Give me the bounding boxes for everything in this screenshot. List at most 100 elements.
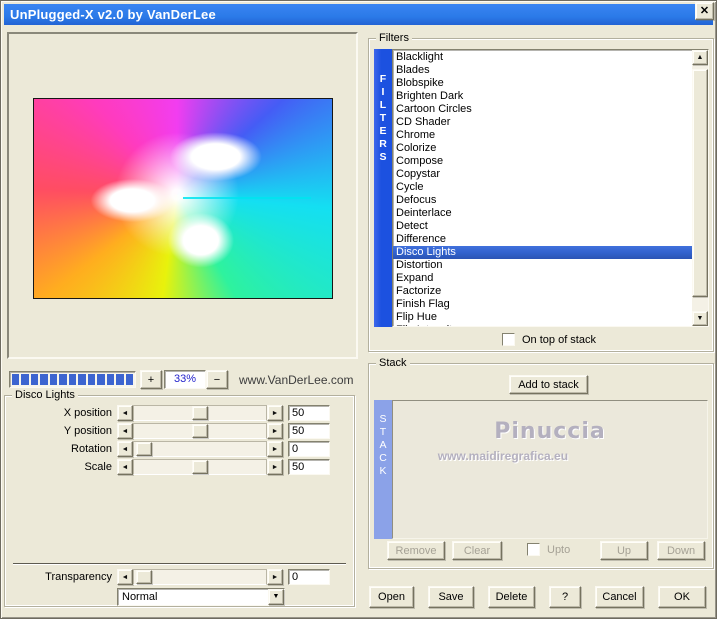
filter-item[interactable]: Difference xyxy=(393,233,692,246)
add-to-stack-button[interactable]: Add to stack xyxy=(509,375,588,394)
slider-right-arrow[interactable]: ► xyxy=(267,569,283,585)
slider-track[interactable] xyxy=(133,423,267,439)
slider-row: Scale◄► xyxy=(5,459,354,477)
slider-right-arrow[interactable]: ► xyxy=(267,405,283,421)
progress-segment xyxy=(78,374,85,385)
filter-item[interactable]: Blobspike xyxy=(393,77,692,90)
filter-item[interactable]: CD Shader xyxy=(393,116,692,129)
progress-segment xyxy=(31,374,38,385)
slider-value-input[interactable] xyxy=(288,405,330,421)
filter-item[interactable]: Blacklight xyxy=(393,51,692,64)
filters-scrollbar[interactable]: ▲ ▼ xyxy=(692,50,708,326)
remove-button[interactable]: Remove xyxy=(387,541,445,560)
stack-list-area[interactable]: Pinuccia www.maidiregrafica.eu xyxy=(392,400,708,539)
scrollbar-thumb[interactable] xyxy=(692,69,708,297)
zoom-in-button[interactable]: + xyxy=(140,370,162,389)
slider-label: Rotation xyxy=(5,443,112,455)
zoom-out-button[interactable]: − xyxy=(206,370,228,389)
slider-label: X position xyxy=(5,407,112,419)
on-top-of-stack-checkbox[interactable] xyxy=(502,333,515,346)
filter-item[interactable]: Expand xyxy=(393,272,692,285)
slider-right-arrow[interactable]: ► xyxy=(267,459,283,475)
scroll-down-button[interactable]: ▼ xyxy=(692,311,708,326)
window-title: UnPlugged-X v2.0 by VanDerLee xyxy=(10,7,216,22)
slider-thumb[interactable] xyxy=(192,460,208,474)
filters-side-label: FILTERS xyxy=(374,49,392,327)
slider-value-input[interactable] xyxy=(288,441,330,457)
help-button[interactable]: ? xyxy=(549,586,581,608)
filter-item[interactable]: Detect xyxy=(393,220,692,233)
slider-value-input[interactable] xyxy=(288,459,330,475)
separator-line xyxy=(13,563,346,565)
upto-row: Upto xyxy=(527,543,570,556)
upto-checkbox[interactable] xyxy=(527,543,540,556)
filters-listbox[interactable]: BlacklightBladesBlobspikeBrighten DarkCa… xyxy=(392,49,709,327)
slider-thumb[interactable] xyxy=(136,570,152,584)
slider-left-arrow[interactable]: ◄ xyxy=(117,459,133,475)
filter-item[interactable]: Brighten Dark xyxy=(393,90,692,103)
slider-track[interactable] xyxy=(133,441,267,457)
titlebar[interactable]: UnPlugged-X v2.0 by VanDerLee xyxy=(4,4,713,25)
progress-bar xyxy=(9,371,136,388)
clear-button[interactable]: Clear xyxy=(452,541,502,560)
on-top-of-stack-row: On top of stack xyxy=(502,333,596,346)
progress-segment xyxy=(59,374,66,385)
stack-side-label: STACK xyxy=(374,400,392,539)
slider-thumb[interactable] xyxy=(192,424,208,438)
filter-item[interactable]: Disco Lights xyxy=(393,246,705,259)
plugin-dialog: UnPlugged-X v2.0 by VanDerLee ✕ + 33% − … xyxy=(0,0,717,619)
slider-track[interactable] xyxy=(133,405,267,421)
slider-left-arrow[interactable]: ◄ xyxy=(117,405,133,421)
slider-thumb[interactable] xyxy=(136,442,152,456)
filter-item[interactable]: Cartoon Circles xyxy=(393,103,692,116)
slider-left-arrow[interactable]: ◄ xyxy=(117,441,133,457)
upto-label: Upto xyxy=(547,544,570,556)
slider-right-arrow[interactable]: ► xyxy=(267,423,283,439)
open-button[interactable]: Open xyxy=(369,586,414,608)
slider-row: Rotation ◄ ► xyxy=(5,441,354,459)
slider-track[interactable] xyxy=(133,459,267,475)
filter-item[interactable]: Flip Hue xyxy=(393,311,692,324)
watermark-url: www.maidiregrafica.eu xyxy=(393,449,613,463)
filter-item[interactable]: Finish Flag xyxy=(393,298,692,311)
progress-segment xyxy=(50,374,57,385)
filter-item[interactable]: Compose xyxy=(393,155,692,168)
slider-value-input[interactable] xyxy=(288,569,330,585)
filter-item[interactable]: Copystar xyxy=(393,168,692,181)
filter-item[interactable]: Chrome xyxy=(393,129,692,142)
filter-item[interactable]: Factorize xyxy=(393,285,692,298)
scroll-up-button[interactable]: ▲ xyxy=(692,50,708,65)
slider-label: Y position xyxy=(5,425,112,437)
minus-icon: − xyxy=(214,374,220,386)
filter-item[interactable]: Defocus xyxy=(393,194,692,207)
params-group-label: Disco Lights xyxy=(12,389,78,401)
slider-row: X position ◄ ► xyxy=(5,405,354,423)
filter-item[interactable]: Distortion xyxy=(393,259,692,272)
watermark-title: Pinuccia xyxy=(393,419,707,444)
progress-segment xyxy=(40,374,47,385)
down-button[interactable]: Down xyxy=(657,541,705,560)
delete-button[interactable]: Delete xyxy=(488,586,535,608)
filter-item[interactable]: Blades xyxy=(393,64,692,77)
ok-button[interactable]: OK xyxy=(658,586,706,608)
cancel-button[interactable]: Cancel xyxy=(595,586,644,608)
slider-value-input[interactable] xyxy=(288,423,330,439)
filter-item[interactable]: Flip Intensity xyxy=(393,324,692,327)
slider-row: Transparency◄► xyxy=(5,569,354,587)
slider-right-arrow[interactable]: ► xyxy=(267,441,283,457)
filter-item[interactable]: Cycle xyxy=(393,181,692,194)
filters-list-items: BlacklightBladesBlobspikeBrighten DarkCa… xyxy=(393,51,692,327)
up-button[interactable]: Up xyxy=(600,541,648,560)
blend-mode-select[interactable]: Normal ▼ xyxy=(117,588,285,606)
blend-mode-dropdown-button[interactable]: ▼ xyxy=(268,589,284,605)
slider-left-arrow[interactable]: ◄ xyxy=(117,423,133,439)
slider-left-arrow[interactable]: ◄ xyxy=(117,569,133,585)
save-button[interactable]: Save xyxy=(428,586,474,608)
on-top-of-stack-label: On top of stack xyxy=(522,334,596,346)
filter-item[interactable]: Colorize xyxy=(393,142,692,155)
filter-item[interactable]: Deinterlace xyxy=(393,207,692,220)
close-button[interactable]: ✕ xyxy=(695,2,714,20)
scroll-up-icon: ▲ xyxy=(697,54,704,61)
slider-track[interactable] xyxy=(133,569,267,585)
slider-thumb[interactable] xyxy=(192,406,208,420)
